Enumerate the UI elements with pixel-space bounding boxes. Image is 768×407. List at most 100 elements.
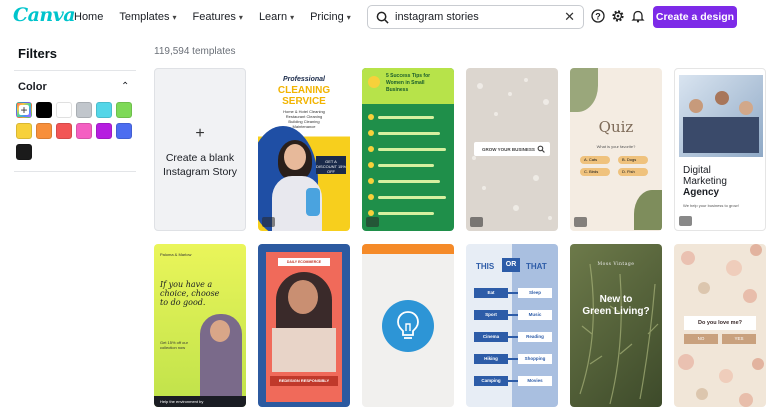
quiz-option: A. Cats xyxy=(580,156,610,164)
that-label: THAT xyxy=(526,262,547,271)
chevron-up-icon[interactable]: ⌃ xyxy=(121,81,129,92)
nav-learn-label: Learn xyxy=(258,11,288,23)
template-card-this-that[interactable]: THIS OR THAT Eat Sleep Sport Music Cinema Rea… xyxy=(466,244,558,407)
people-bodies xyxy=(683,117,759,153)
lightbulb-icon xyxy=(397,311,419,339)
this-option: Camping xyxy=(474,376,508,386)
template-card-red[interactable]: DAILY ECOMMERCE REDESIGN RESPONSIBLY xyxy=(258,244,350,407)
tip-bullet xyxy=(368,162,374,168)
template-card-women-business[interactable]: 5 Success Tips for Women in Small Busine… xyxy=(362,68,454,231)
color-swatch[interactable] xyxy=(56,123,72,139)
color-swatches: + xyxy=(16,102,140,160)
filters-title: Filters xyxy=(18,46,58,61)
color-filter-label: Color xyxy=(18,81,47,93)
connector-line xyxy=(508,380,518,382)
search-input[interactable]: instagram stories xyxy=(395,11,564,23)
marketing-title2: Marketing xyxy=(683,176,727,187)
cleaning-title3: SERVICE xyxy=(282,96,326,107)
marketing-title3: Agency xyxy=(683,187,720,198)
that-option: Shopping xyxy=(518,354,552,364)
tip-text-line xyxy=(378,163,434,167)
color-swatch[interactable] xyxy=(16,123,32,139)
tip-text-line xyxy=(378,195,446,199)
settings-icon[interactable] xyxy=(611,9,625,23)
search-icon xyxy=(376,11,389,24)
template-card-grow-business[interactable]: GROW YOUR BUSINESS xyxy=(466,68,558,231)
women-title: 5 Success Tips for Women in Small Busine… xyxy=(386,73,431,93)
color-swatch[interactable] xyxy=(76,102,92,118)
color-swatch[interactable] xyxy=(116,123,132,139)
connector-line xyxy=(508,292,518,294)
this-option: Cinema xyxy=(474,332,508,342)
tip-text-line xyxy=(378,147,446,151)
create-design-button[interactable]: Create a design xyxy=(653,6,737,28)
create-blank-card[interactable]: + Create a blank Instagram Story xyxy=(154,68,246,231)
red-tag: DAILY ECOMMERCE xyxy=(278,258,330,266)
connector-line xyxy=(508,358,518,360)
choice-brand: Paloma & Marlow xyxy=(160,252,192,257)
tip-row xyxy=(368,128,448,138)
tip-row xyxy=(368,208,448,218)
template-card-choice[interactable]: Paloma & Marlow If you have a choice, ch… xyxy=(154,244,246,407)
template-card-green-living[interactable]: Moss Vintage New to Green Living? xyxy=(570,244,662,407)
help-icon[interactable]: ? xyxy=(591,9,605,23)
nav-features[interactable]: Features ▾ xyxy=(193,11,243,23)
plus-icon: + xyxy=(195,124,205,142)
bulb-icon xyxy=(368,76,380,88)
leaf-decoration xyxy=(634,190,662,230)
color-swatch[interactable] xyxy=(56,102,72,118)
color-swatch[interactable] xyxy=(36,123,52,139)
tip-row xyxy=(368,160,448,170)
this-option: Sport xyxy=(474,310,508,320)
tip-row xyxy=(368,192,448,202)
blank-card-line1: Create a blank xyxy=(165,151,235,164)
this-option: Hiking xyxy=(474,354,508,364)
search-bar[interactable]: instagram stories ✕ xyxy=(367,5,584,29)
nav-templates[interactable]: Templates ▾ xyxy=(119,11,176,23)
nav-learn[interactable]: Learn ▾ xyxy=(259,11,294,23)
spray-bottle xyxy=(306,188,320,216)
woman-face xyxy=(210,320,230,342)
custom-color-swatch[interactable]: + xyxy=(16,102,32,118)
canva-logo[interactable]: Canva xyxy=(13,4,76,26)
this-option: Eat xyxy=(474,288,508,298)
green-brand: Moss Vintage xyxy=(597,262,635,267)
template-card-bulb[interactable] xyxy=(362,244,454,407)
tip-bullet xyxy=(368,114,374,120)
color-swatch[interactable] xyxy=(36,102,52,118)
crown-icon xyxy=(679,216,692,226)
love-no-button: NO xyxy=(684,334,718,344)
crown-icon xyxy=(366,217,379,227)
tip-text-line xyxy=(378,211,434,215)
color-swatch[interactable] xyxy=(16,144,32,160)
color-swatch[interactable] xyxy=(116,102,132,118)
choice-sub: Get 15% off our collection now xyxy=(160,340,188,350)
tip-text-line xyxy=(378,179,440,183)
woman-body xyxy=(272,328,336,372)
nav-home[interactable]: Home xyxy=(74,11,103,23)
template-card-quiz[interactable]: Quiz What is your favorite? A. Cats B. D… xyxy=(570,68,662,231)
color-swatch[interactable] xyxy=(76,123,92,139)
quiz-option: C. Birds xyxy=(580,168,610,176)
love-title: Do you love me? xyxy=(684,316,756,330)
tip-row xyxy=(368,144,448,154)
connector-line xyxy=(508,314,518,316)
that-option: Movies xyxy=(518,376,552,386)
crown-icon xyxy=(470,217,483,227)
green-title1: New to xyxy=(599,294,633,305)
color-swatch[interactable] xyxy=(96,123,112,139)
nav-pricing[interactable]: Pricing ▾ xyxy=(310,11,351,23)
template-card-cleaning[interactable]: Professional CLEANING SERVICE Home & Hot… xyxy=(258,68,350,231)
template-card-marketing[interactable]: Digital Marketing Agency We help your bu… xyxy=(674,68,766,231)
woman-face xyxy=(284,144,306,170)
cleaning-sub: Home & Hotel Cleaning Restaurant Cleanin… xyxy=(283,109,325,129)
clear-search-icon[interactable]: ✕ xyxy=(564,9,575,25)
marketing-title1: Digital xyxy=(683,165,711,176)
quiz-question: What is your favorite? xyxy=(596,144,636,149)
top-bar: Canva Home Templates ▾ Features ▾ Learn ▾ P… xyxy=(0,0,768,34)
tip-row xyxy=(368,112,448,122)
tip-row xyxy=(368,176,448,186)
notification-bell-icon[interactable] xyxy=(631,9,645,23)
template-card-love[interactable]: Do you love me? NO YES xyxy=(674,244,766,407)
color-swatch[interactable] xyxy=(96,102,112,118)
